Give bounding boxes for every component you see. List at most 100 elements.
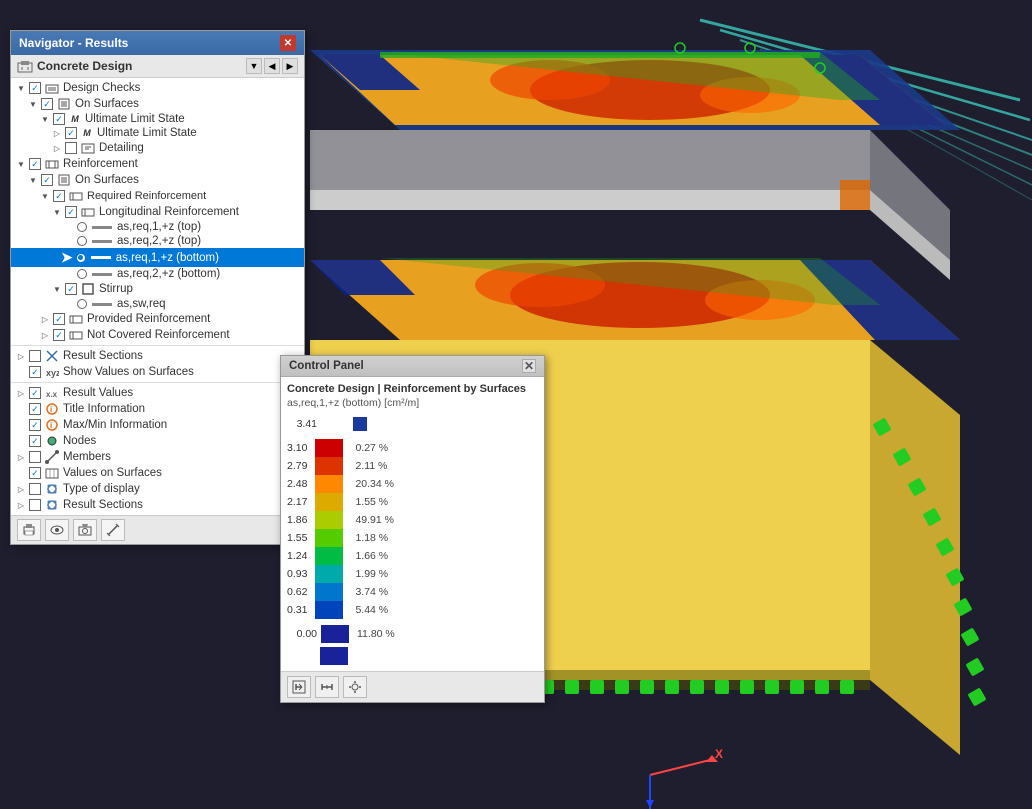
checkbox-on-surfaces-2[interactable] — [41, 174, 53, 186]
icon-result-values: x.x — [45, 386, 59, 400]
spacer — [321, 422, 349, 426]
tree-item-as-sw-req[interactable]: as,sw,req — [11, 297, 304, 311]
tree-item-stirrup[interactable]: ▼ Stirrup — [11, 281, 304, 297]
tree-item-detailing[interactable]: ▷ Detailing — [11, 140, 304, 156]
legend-val-3: 2.17 — [287, 493, 307, 511]
tree-item-values-on-surfaces[interactable]: Values on Surfaces — [11, 465, 304, 481]
tree-item-result-sections-2[interactable]: ▷ Result Sections — [11, 497, 304, 513]
top-indicator-blue — [353, 417, 367, 431]
tree-item-on-surfaces-2[interactable]: ▼ On Surfaces — [11, 172, 304, 188]
expand-result-sections-2[interactable]: ▷ — [15, 499, 27, 511]
tree-item-not-covered[interactable]: ▷ Not Covered Reinforcement — [11, 327, 304, 343]
nav-header-label: Concrete Design — [37, 59, 132, 73]
nav-expand-btn[interactable]: ▼ — [246, 58, 262, 74]
cp-footer-btn-2[interactable] — [315, 676, 339, 698]
expand-on-surfaces-1[interactable]: ▼ — [27, 98, 39, 110]
radio-as1-bottom[interactable] — [76, 253, 86, 263]
tree-item-uls-2[interactable]: ▷ M Ultimate Limit State — [11, 126, 304, 140]
expand-stirrup[interactable]: ▼ — [51, 283, 63, 295]
tree-item-result-sections[interactable]: ▷ Result Sections — [11, 348, 304, 364]
radio-as2-top[interactable] — [77, 236, 87, 246]
checkbox-stirrup[interactable] — [65, 283, 77, 295]
radio-sw[interactable] — [77, 299, 87, 309]
label-show-values: Show Values on Surfaces — [63, 366, 194, 378]
expand-required[interactable]: ▼ — [39, 190, 51, 202]
separator-2 — [11, 382, 304, 383]
tree-item-as-req-2-z-bottom[interactable]: as,req,2,+z (bottom) — [11, 267, 304, 281]
tree-item-result-values[interactable]: ▷ x.x Result Values — [11, 385, 304, 401]
checkbox-maxmin[interactable] — [29, 419, 41, 431]
tree-item-nodes[interactable]: Nodes — [11, 433, 304, 449]
expand-reinforcement[interactable]: ▼ — [15, 158, 27, 170]
pct-5: 1.18 % — [351, 529, 394, 547]
checkbox-uls-2[interactable] — [65, 127, 77, 139]
tree-item-title-info[interactable]: i Title Information — [11, 401, 304, 417]
tree-item-longitudinal[interactable]: ▼ Longitudinal Reinforcement — [11, 204, 304, 220]
checkbox-design-checks[interactable] — [29, 82, 41, 94]
cp-footer-btn-3[interactable] — [343, 676, 367, 698]
cp-footer-btn-1[interactable] — [287, 676, 311, 698]
tree-item-uls-1[interactable]: ▼ M Ultimate Limit State — [11, 112, 304, 126]
checkbox-required[interactable] — [53, 190, 65, 202]
tree-item-required-reinforcement[interactable]: ▼ Required Reinforcement — [11, 188, 304, 204]
expand-detailing[interactable]: ▷ — [51, 142, 63, 154]
expand-design-checks[interactable]: ▼ — [15, 82, 27, 94]
toolbar-btn-1[interactable] — [17, 519, 41, 541]
svg-text:i: i — [50, 405, 52, 414]
radio-as1-top[interactable] — [77, 222, 87, 232]
expand-longitudinal[interactable]: ▼ — [51, 206, 63, 218]
icon-title-info: i — [45, 402, 59, 416]
toolbar-btn-2[interactable] — [45, 519, 69, 541]
checkbox-reinforcement[interactable] — [29, 158, 41, 170]
checkbox-result-values[interactable] — [29, 387, 41, 399]
expand-result-sections[interactable]: ▷ — [15, 350, 27, 362]
tree-item-design-checks[interactable]: ▼ Design Checks — [11, 80, 304, 96]
tree-item-as-req-1-z-top[interactable]: as,req,1,+z (top) — [11, 220, 304, 234]
expand-members[interactable]: ▷ — [15, 451, 27, 463]
cp-title-label: Control Panel — [289, 360, 364, 372]
expand-uls-2[interactable]: ▷ — [51, 127, 63, 139]
nav-next-btn[interactable]: ▶ — [282, 58, 298, 74]
checkbox-result-sections[interactable] — [29, 350, 41, 362]
cp-titlebar: Control Panel ✕ — [281, 356, 544, 377]
checkbox-members[interactable] — [29, 451, 41, 463]
tree-item-reinforcement[interactable]: ▼ Reinforcement — [11, 156, 304, 172]
tree-item-show-values[interactable]: xyz Show Values on Surfaces — [11, 364, 304, 380]
expand-uls-1[interactable]: ▼ — [39, 113, 51, 125]
tree-item-members[interactable]: ▷ Members — [11, 449, 304, 465]
checkbox-show-values[interactable] — [29, 366, 41, 378]
checkbox-not-covered[interactable] — [53, 329, 65, 341]
checkbox-longitudinal[interactable] — [65, 206, 77, 218]
pct-3: 1.55 % — [351, 493, 394, 511]
cp-close-btn[interactable]: ✕ — [522, 359, 536, 373]
navigator-close-button[interactable]: ✕ — [280, 35, 296, 51]
toolbar-btn-3[interactable] — [73, 519, 97, 541]
radio-as2-bottom[interactable] — [77, 269, 87, 279]
toolbar-btn-4[interactable] — [101, 519, 125, 541]
expand-result-values[interactable]: ▷ — [15, 387, 27, 399]
checkbox-type-display[interactable] — [29, 483, 41, 495]
checkbox-result-sections-2[interactable] — [29, 499, 41, 511]
icon-detailing — [81, 141, 95, 155]
label-title-info: Title Information — [63, 403, 145, 415]
checkbox-on-surfaces-1[interactable] — [41, 98, 53, 110]
checkbox-title-info[interactable] — [29, 403, 41, 415]
tree-item-as-req-1-z-bottom[interactable]: ➤ as,req,1,+z (bottom) — [11, 248, 304, 267]
expand-type-display[interactable]: ▷ — [15, 483, 27, 495]
tree-item-on-surfaces-1[interactable]: ▼ On Surfaces — [11, 96, 304, 112]
nav-prev-btn[interactable]: ◀ — [264, 58, 280, 74]
expand-on-surfaces-2[interactable]: ▼ — [27, 174, 39, 186]
legend-val-6: 1.24 — [287, 547, 307, 565]
expand-not-covered[interactable]: ▷ — [39, 329, 51, 341]
checkbox-provided[interactable] — [53, 313, 65, 325]
checkbox-detailing[interactable] — [65, 142, 77, 154]
tree-item-type-display[interactable]: ▷ Type of display — [11, 481, 304, 497]
tree-item-provided-reinforcement[interactable]: ▷ Provided Reinforcement — [11, 311, 304, 327]
tree-item-as-req-2-z-top[interactable]: as,req,2,+z (top) — [11, 234, 304, 248]
checkbox-uls-1[interactable] — [53, 113, 65, 125]
checkbox-nodes[interactable] — [29, 435, 41, 447]
expand-provided[interactable]: ▷ — [39, 313, 51, 325]
checkbox-values-surfaces[interactable] — [29, 467, 41, 479]
tree-item-maxmin-info[interactable]: i Max/Min Information — [11, 417, 304, 433]
color-bar — [315, 439, 343, 619]
